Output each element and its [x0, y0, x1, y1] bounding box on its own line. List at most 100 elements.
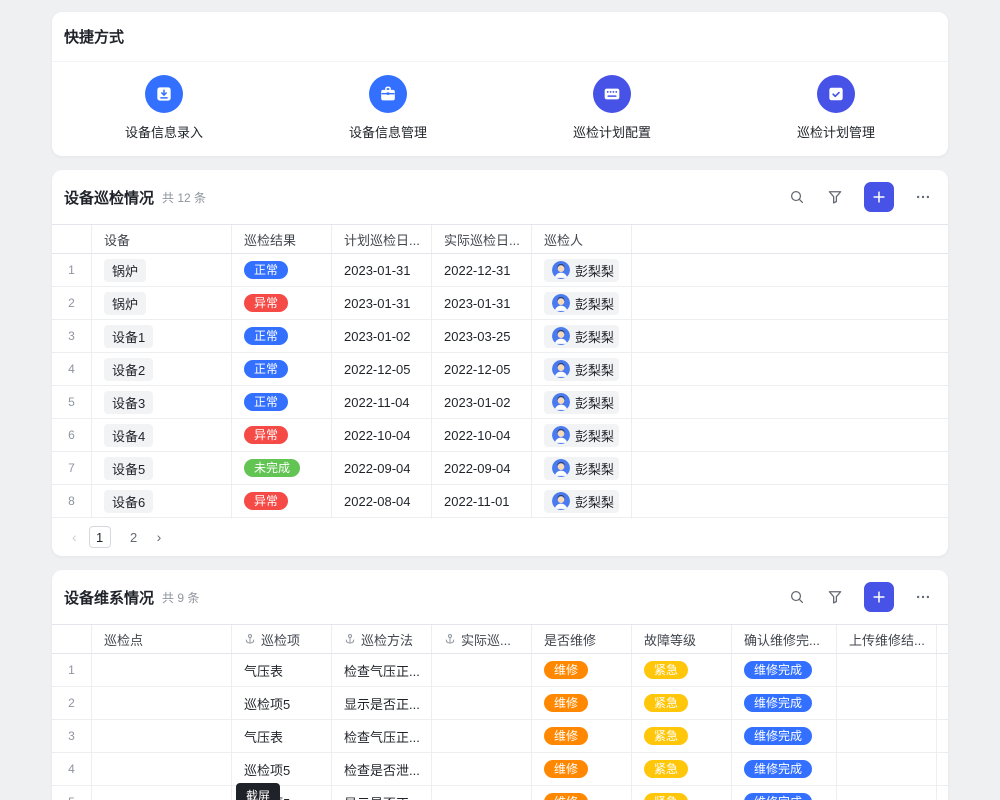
cell-planned[interactable]: 2023-01-31: [332, 287, 432, 319]
cell-planned[interactable]: 2022-10-04: [332, 419, 432, 451]
cell-result[interactable]: 正常: [232, 254, 332, 286]
column-header-method[interactable]: 巡检方法: [332, 625, 432, 653]
cell-no[interactable]: 5: [52, 786, 92, 800]
cell-point[interactable]: [92, 786, 232, 800]
shortcut-device-entry[interactable]: 设备信息录入: [52, 75, 276, 141]
cell-repair[interactable]: 维修: [532, 786, 632, 800]
cell-result[interactable]: 异常: [232, 287, 332, 319]
next-page-button[interactable]: ›: [157, 530, 162, 544]
cell-planned[interactable]: 2023-01-31: [332, 254, 432, 286]
cell-inspector[interactable]: 彭梨梨: [532, 287, 632, 319]
cell-planned[interactable]: 2022-11-04: [332, 386, 432, 418]
cell-no[interactable]: 6: [52, 419, 92, 451]
column-header-actual[interactable]: 实际巡...: [432, 625, 532, 653]
cell-planned[interactable]: 2022-08-04: [332, 485, 432, 517]
cell-no[interactable]: 8: [52, 485, 92, 517]
cell-upload[interactable]: [837, 786, 937, 800]
cell-planned[interactable]: 2022-12-05: [332, 353, 432, 385]
cell-extra[interactable]: [937, 654, 948, 686]
cell-device[interactable]: 设备2: [92, 353, 232, 385]
column-header-result[interactable]: 巡检结果: [232, 225, 332, 253]
cell-method[interactable]: 显示是否正...: [332, 786, 432, 800]
cell-item[interactable]: 气压表: [232, 720, 332, 752]
cell-confirm[interactable]: 维修完成: [732, 720, 837, 752]
column-header-upload[interactable]: 上传维修结...: [837, 625, 937, 653]
cell-method[interactable]: 检查是否泄...: [332, 753, 432, 785]
search-icon[interactable]: [788, 188, 806, 206]
cell-point[interactable]: [92, 687, 232, 719]
cell-level[interactable]: 紧急: [632, 753, 732, 785]
cell-inspector[interactable]: 彭梨梨: [532, 419, 632, 451]
more-icon[interactable]: [914, 188, 932, 206]
prev-page-button[interactable]: ‹: [72, 530, 77, 544]
cell-confirm[interactable]: 维修完成: [732, 654, 837, 686]
filter-icon[interactable]: [826, 588, 844, 606]
search-icon[interactable]: [788, 588, 806, 606]
cell-item[interactable]: 气压表: [232, 654, 332, 686]
cell-no[interactable]: 4: [52, 353, 92, 385]
cell-planned[interactable]: 2023-01-02: [332, 320, 432, 352]
cell-result[interactable]: 未完成: [232, 452, 332, 484]
cell-actual[interactable]: [432, 786, 532, 800]
column-header-no[interactable]: [52, 225, 92, 253]
cell-planned[interactable]: 2022-09-04: [332, 452, 432, 484]
cell-actual[interactable]: 2022-12-31: [432, 254, 532, 286]
cell-device[interactable]: 锅炉: [92, 287, 232, 319]
cell-inspector[interactable]: 彭梨梨: [532, 452, 632, 484]
cell-extra[interactable]: [937, 753, 948, 785]
cell-no[interactable]: 5: [52, 386, 92, 418]
cell-actual[interactable]: 2023-01-31: [432, 287, 532, 319]
cell-upload[interactable]: [837, 720, 937, 752]
cell-device[interactable]: 锅炉: [92, 254, 232, 286]
column-header-device[interactable]: 设备: [92, 225, 232, 253]
more-icon[interactable]: [914, 588, 932, 606]
cell-actual[interactable]: [432, 654, 532, 686]
shortcut-plan-config[interactable]: 巡检计划配置: [500, 75, 724, 141]
cell-extra[interactable]: [937, 786, 948, 800]
cell-actual[interactable]: [432, 687, 532, 719]
column-header-inspector[interactable]: 巡检人: [532, 225, 632, 253]
cell-no[interactable]: 2: [52, 687, 92, 719]
cell-actual[interactable]: [432, 720, 532, 752]
cell-item[interactable]: 巡检项5: [232, 687, 332, 719]
cell-extra[interactable]: [937, 687, 948, 719]
column-header-repair[interactable]: 是否维修: [532, 625, 632, 653]
column-header-actual[interactable]: 实际巡检日...: [432, 225, 532, 253]
cell-upload[interactable]: [837, 687, 937, 719]
cell-point[interactable]: [92, 753, 232, 785]
cell-actual[interactable]: 2022-11-01: [432, 485, 532, 517]
cell-result[interactable]: 正常: [232, 386, 332, 418]
cell-no[interactable]: 7: [52, 452, 92, 484]
cell-no[interactable]: 3: [52, 320, 92, 352]
cell-repair[interactable]: 维修: [532, 720, 632, 752]
cell-point[interactable]: [92, 720, 232, 752]
column-header-level[interactable]: 故障等级: [632, 625, 732, 653]
cell-level[interactable]: 紧急: [632, 687, 732, 719]
cell-confirm[interactable]: 维修完成: [732, 786, 837, 800]
shortcut-plan-manage[interactable]: 巡检计划管理: [724, 75, 948, 141]
cell-actual[interactable]: 2023-03-25: [432, 320, 532, 352]
cell-device[interactable]: 设备1: [92, 320, 232, 352]
page-2-button[interactable]: 2: [123, 526, 145, 548]
cell-level[interactable]: 紧急: [632, 786, 732, 800]
cell-item[interactable]: 巡检项5: [232, 753, 332, 785]
cell-inspector[interactable]: 彭梨梨: [532, 320, 632, 352]
cell-no[interactable]: 1: [52, 254, 92, 286]
cell-method[interactable]: 显示是否正...: [332, 687, 432, 719]
cell-inspector[interactable]: 彭梨梨: [532, 485, 632, 517]
cell-repair[interactable]: 维修: [532, 654, 632, 686]
cell-confirm[interactable]: 维修完成: [732, 753, 837, 785]
add-record-button[interactable]: [864, 582, 894, 612]
cell-inspector[interactable]: 彭梨梨: [532, 386, 632, 418]
cell-no[interactable]: 2: [52, 287, 92, 319]
cell-no[interactable]: 4: [52, 753, 92, 785]
cell-result[interactable]: 异常: [232, 485, 332, 517]
cell-actual[interactable]: 2023-01-02: [432, 386, 532, 418]
cell-level[interactable]: 紧急: [632, 654, 732, 686]
cell-inspector[interactable]: 彭梨梨: [532, 353, 632, 385]
column-header-no[interactable]: [52, 625, 92, 653]
page-1-button[interactable]: 1: [89, 526, 111, 548]
cell-upload[interactable]: [837, 753, 937, 785]
cell-device[interactable]: 设备4: [92, 419, 232, 451]
column-header-planned[interactable]: 计划巡检日...: [332, 225, 432, 253]
